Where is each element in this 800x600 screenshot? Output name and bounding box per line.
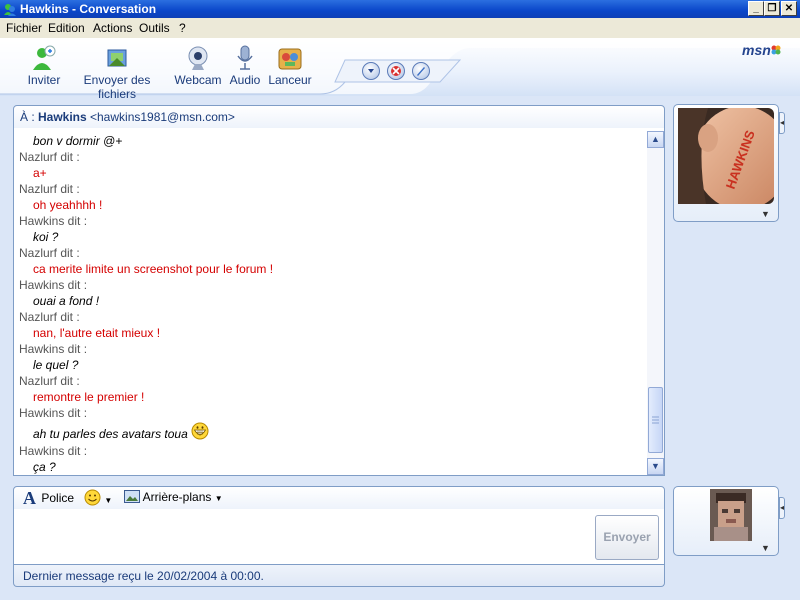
send-button[interactable]: Envoyer [595, 515, 659, 560]
message-text: koi ? [33, 230, 59, 244]
menu-outils[interactable]: Outils [139, 21, 170, 35]
collapse-tab[interactable]: ◂ [779, 497, 785, 519]
message-text: bon v dormir @+ [33, 134, 123, 148]
to-label: À : [20, 110, 35, 124]
message-speaker: Nazlurf dit : [19, 310, 80, 324]
audio-label: Audio [229, 73, 261, 87]
chevron-left-icon: ◂ [780, 503, 785, 512]
message-speaker: Hawkins dit : [19, 214, 88, 228]
message-text: oh yeahhhh ! [33, 198, 103, 212]
message-text: nan, l'autre etait mieux ! [33, 326, 161, 340]
message-text: ouai a fond ! [33, 294, 100, 308]
msn-logo-text: msn [742, 42, 771, 58]
message-speaker: Hawkins dit : [19, 342, 88, 356]
message-speaker: Hawkins dit : [19, 406, 88, 420]
msn-logo: msn [742, 42, 781, 58]
message-with-emoticon: ah tu parles des avatars toua [19, 421, 639, 443]
message-text: ca merite limite un screenshot pour le f… [33, 262, 274, 276]
status-bar: Dernier message reçu le 20/02/2004 à 00:… [13, 565, 665, 587]
message-speaker: Nazlurf dit : [19, 150, 80, 164]
webcam-icon [188, 46, 208, 70]
microphone-icon [237, 45, 253, 70]
chevron-down-icon: ▼ [214, 494, 223, 503]
compose-toolbar: A Police ▼ Arrière-plans ▼ [13, 486, 665, 510]
chevron-left-icon: ◂ [780, 118, 785, 127]
chevron-down-icon[interactable]: ▼ [761, 543, 770, 553]
more-options-icon [368, 69, 374, 73]
font-label: Police [41, 491, 75, 505]
picture-icon [124, 490, 140, 503]
scroll-up-button[interactable]: ▲ [647, 131, 664, 148]
invite-icon [33, 45, 56, 70]
history-scrollbar[interactable]: ▲ ▼ [647, 131, 664, 475]
invite-label: Inviter [27, 73, 61, 87]
menu-edition[interactable]: Edition [48, 21, 85, 35]
scroll-thumb[interactable] [648, 387, 663, 453]
title-bar[interactable]: Hawkins - Conversation _ ❐ ✕ [0, 0, 800, 18]
message-text: le quel ? [33, 358, 79, 372]
message-text: a+ [33, 166, 47, 180]
smiley-icon [84, 489, 101, 506]
conversation-history[interactable]: bon v dormir @+ Nazlurf dit : a+ Nazlurf… [13, 128, 665, 476]
collapse-tab[interactable]: ◂ [779, 112, 785, 134]
message-text: ça ? [33, 460, 56, 474]
message-text: ah tu parles des avatars toua [33, 427, 188, 441]
own-avatar[interactable] [710, 489, 752, 541]
message-speaker: Hawkins dit : [19, 278, 88, 292]
chevron-down-icon: ▼ [104, 496, 113, 505]
more-options-button[interactable] [362, 62, 380, 80]
background-icon [417, 67, 425, 76]
contact-email: <hawkins1981@msn.com> [90, 110, 235, 124]
invite-button[interactable]: Inviter [24, 44, 64, 87]
launcher-label: Lanceur [268, 73, 312, 87]
contact-name[interactable]: Hawkins [38, 110, 87, 124]
block-icon [391, 66, 401, 76]
launcher-button[interactable]: Lanceur [268, 44, 312, 87]
scroll-down-button[interactable]: ▼ [647, 458, 664, 475]
last-message-status: Dernier message reçu le 20/02/2004 à 00:… [23, 569, 264, 583]
grin-smiley-icon [191, 422, 209, 440]
menu-bar: Fichier Edition Actions Outils ? [0, 18, 800, 38]
audio-button[interactable]: Audio [228, 44, 262, 87]
window-title: Hawkins - Conversation [20, 2, 157, 16]
send-files-button[interactable]: Envoyer des fichiers [66, 44, 168, 101]
block-button[interactable] [387, 62, 405, 80]
menu-actions[interactable]: Actions [93, 21, 132, 35]
menu-help[interactable]: ? [179, 21, 186, 35]
message-input[interactable] [13, 509, 665, 565]
send-files-icon [107, 49, 127, 67]
font-icon: A [23, 488, 36, 508]
grip-icon [652, 416, 659, 424]
message-text: remontre le premier ! [33, 390, 145, 404]
message-speaker: Nazlurf dit : [19, 374, 80, 388]
minimize-button[interactable]: _ [748, 1, 764, 16]
backgrounds-button[interactable]: Arrière-plans ▼ [124, 490, 223, 504]
contact-picture-panel: HAWKINS ▼ [673, 104, 779, 222]
msn-app-icon [4, 4, 16, 16]
background-button[interactable] [412, 62, 430, 80]
restore-button[interactable]: ❐ [764, 1, 780, 16]
font-button[interactable]: A Police [23, 488, 74, 509]
message-speaker: Nazlurf dit : [19, 246, 80, 260]
message-speaker: Hawkins dit : [19, 444, 88, 458]
send-files-label: Envoyer des fichiers [83, 73, 151, 101]
message-speaker: Nazlurf dit : [19, 182, 80, 196]
menu-fichier[interactable]: Fichier [6, 21, 42, 35]
own-picture-panel: ▼ [673, 486, 779, 556]
emoticon-button[interactable]: ▼ [84, 489, 112, 506]
recipient-bar: À : Hawkins <hawkins1981@msn.com> [13, 105, 665, 129]
webcam-button[interactable]: Webcam [174, 44, 222, 87]
launcher-icon [278, 48, 302, 70]
contact-avatar[interactable]: HAWKINS [678, 108, 774, 204]
chevron-down-icon[interactable]: ▼ [761, 209, 770, 219]
webcam-label: Webcam [174, 73, 222, 87]
butterfly-icon [771, 45, 781, 55]
message-list: bon v dormir @+ Nazlurf dit : a+ Nazlurf… [19, 133, 639, 475]
backgrounds-label: Arrière-plans [142, 490, 212, 504]
close-button[interactable]: ✕ [781, 1, 797, 16]
